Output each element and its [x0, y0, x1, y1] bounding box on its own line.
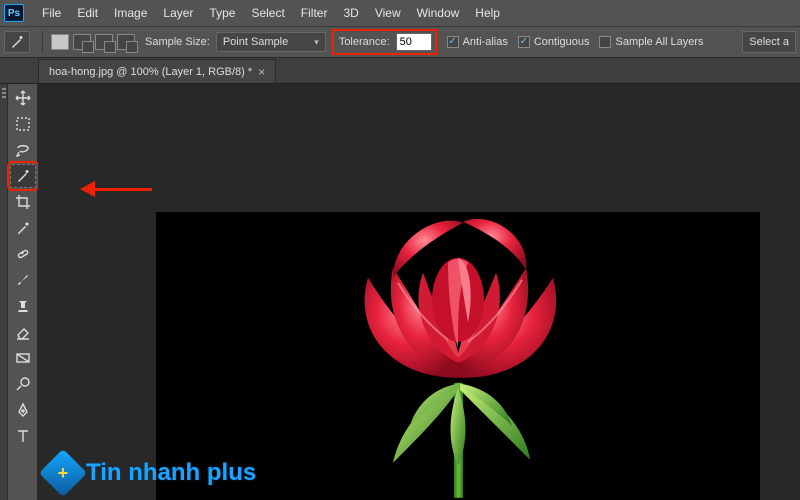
- new-selection-icon[interactable]: [51, 34, 69, 50]
- tolerance-group: Tolerance:: [332, 29, 437, 55]
- pen-icon: [15, 402, 31, 418]
- eraser-icon: [15, 324, 31, 340]
- menu-view[interactable]: View: [367, 2, 409, 24]
- add-to-selection-icon[interactable]: [73, 34, 91, 50]
- document-tab-title: hoa-hong.jpg @ 100% (Layer 1, RGB/8) *: [49, 66, 252, 78]
- selection-mode-group: [51, 34, 135, 50]
- sample-all-label: Sample All Layers: [615, 36, 703, 48]
- select-button[interactable]: Select a: [742, 31, 796, 53]
- marquee-tool[interactable]: [10, 112, 36, 136]
- menu-edit[interactable]: Edit: [69, 2, 106, 24]
- tolerance-input[interactable]: [396, 33, 432, 51]
- move-icon: [15, 90, 31, 106]
- gradient-tool[interactable]: [10, 346, 36, 370]
- menu-image[interactable]: Image: [106, 2, 155, 24]
- canvas-area[interactable]: + Tin nhanh plus: [38, 84, 800, 500]
- panel-dock-left[interactable]: [0, 84, 8, 500]
- clone-stamp-icon: [15, 298, 31, 314]
- crop-icon: [15, 194, 31, 210]
- dodge-icon: [15, 376, 31, 392]
- healing-brush-tool[interactable]: [10, 242, 36, 266]
- contiguous-label: Contiguous: [534, 36, 590, 48]
- eraser-tool[interactable]: [10, 320, 36, 344]
- menu-filter[interactable]: Filter: [293, 2, 336, 24]
- intersect-selection-icon[interactable]: [117, 34, 135, 50]
- divider: [42, 31, 43, 53]
- menu-layer[interactable]: Layer: [155, 2, 201, 24]
- grip-icon: [1, 88, 7, 104]
- healing-brush-icon: [15, 246, 31, 262]
- checkbox-icon: ✓: [518, 36, 530, 48]
- options-bar: Sample Size: Point Sample ▾ Tolerance: ✓…: [0, 26, 800, 58]
- text-tool[interactable]: [10, 424, 36, 448]
- brush-tool[interactable]: [10, 268, 36, 292]
- sample-size-value: Point Sample: [223, 36, 288, 48]
- crop-tool[interactable]: [10, 190, 36, 214]
- marquee-icon: [15, 116, 31, 132]
- move-tool[interactable]: [10, 86, 36, 110]
- pen-tool[interactable]: [10, 398, 36, 422]
- document-tabs: hoa-hong.jpg @ 100% (Layer 1, RGB/8) * ×: [0, 58, 800, 84]
- menu-select[interactable]: Select: [243, 2, 292, 24]
- watermark-text: Tin nhanh plus: [86, 459, 256, 487]
- menu-type[interactable]: Type: [201, 2, 243, 24]
- eyedropper-icon: [15, 220, 31, 236]
- clone-stamp-tool[interactable]: [10, 294, 36, 318]
- anti-alias-checkbox[interactable]: ✓ Anti-alias: [447, 36, 508, 48]
- menu-bar: Ps File Edit Image Layer Type Select Fil…: [0, 0, 800, 26]
- magic-wand-icon: [15, 168, 31, 184]
- annotation-arrow: [80, 184, 154, 194]
- watermark: + Tin nhanh plus: [46, 456, 256, 490]
- checkbox-icon: [599, 36, 611, 48]
- tolerance-label: Tolerance:: [339, 36, 390, 48]
- workspace: + Tin nhanh plus: [0, 84, 800, 500]
- magic-wand-tool[interactable]: [10, 164, 36, 188]
- dodge-tool[interactable]: [10, 372, 36, 396]
- menu-3d[interactable]: 3D: [335, 2, 366, 24]
- sample-all-checkbox[interactable]: Sample All Layers: [599, 36, 703, 48]
- text-icon: [15, 428, 31, 444]
- eyedropper-tool[interactable]: [10, 216, 36, 240]
- close-icon[interactable]: ×: [258, 65, 265, 79]
- sample-size-dropdown[interactable]: Point Sample ▾: [216, 32, 326, 52]
- subtract-from-selection-icon[interactable]: [95, 34, 113, 50]
- chevron-down-icon: ▾: [314, 37, 319, 48]
- tool-preset-picker[interactable]: [4, 31, 30, 53]
- brush-icon: [15, 272, 31, 288]
- rose-image: [298, 208, 618, 498]
- menu-file[interactable]: File: [34, 2, 69, 24]
- menu-help[interactable]: Help: [467, 2, 508, 24]
- lasso-icon: [15, 142, 31, 158]
- checkbox-icon: ✓: [447, 36, 459, 48]
- sample-size-label: Sample Size:: [145, 36, 210, 48]
- anti-alias-label: Anti-alias: [463, 36, 508, 48]
- watermark-logo-icon: +: [39, 449, 87, 497]
- contiguous-checkbox[interactable]: ✓ Contiguous: [518, 36, 590, 48]
- app-logo: Ps: [4, 4, 24, 22]
- gradient-icon: [15, 350, 31, 366]
- tools-panel: [8, 84, 38, 500]
- magic-wand-icon: [9, 34, 25, 50]
- document-tab[interactable]: hoa-hong.jpg @ 100% (Layer 1, RGB/8) * ×: [38, 59, 276, 83]
- lasso-tool[interactable]: [10, 138, 36, 162]
- menu-window[interactable]: Window: [409, 2, 468, 24]
